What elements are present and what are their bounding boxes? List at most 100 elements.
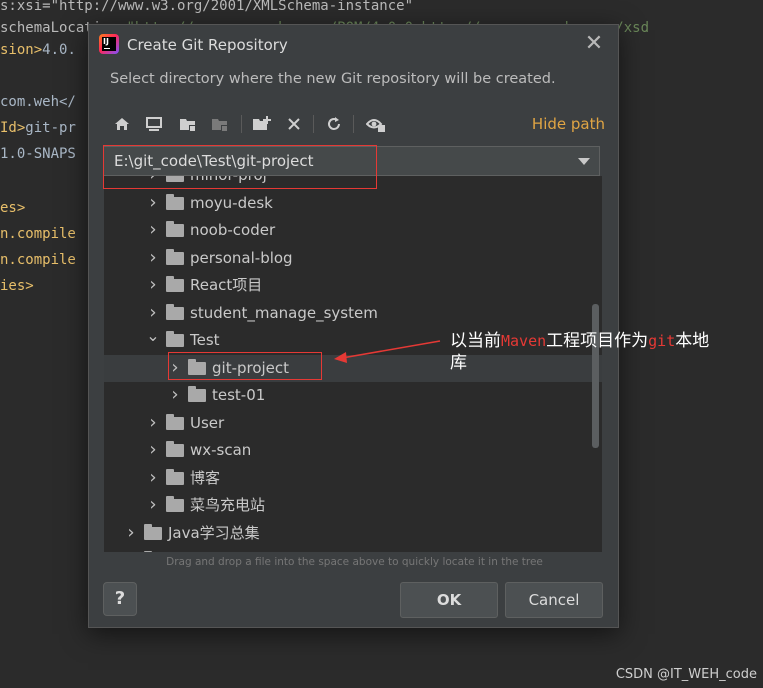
code-token: git-pr — [25, 120, 76, 136]
tree-item-label: moyu-desk — [190, 193, 273, 212]
chevron-right-icon[interactable]: › — [168, 382, 182, 409]
tree-item[interactable]: › test-01 — [104, 382, 602, 409]
file-chooser-toolbar: Hide path — [105, 109, 605, 139]
tree-item-label: git-project — [212, 358, 290, 377]
project-folder-icon[interactable] — [175, 109, 201, 139]
chevron-right-icon[interactable]: › — [146, 245, 160, 272]
folder-icon — [166, 248, 184, 265]
tree-item[interactable]: › minor-proj — [104, 176, 602, 189]
folder-icon — [166, 468, 184, 485]
tree-item-label: minor-proj — [190, 176, 267, 189]
home-icon[interactable] — [109, 109, 135, 139]
refresh-icon[interactable] — [321, 109, 347, 139]
tree-item-label: personal-blog — [190, 248, 293, 267]
tree-item[interactable]: › Java学习总集 — [104, 520, 602, 547]
tree-item[interactable]: › 博客 — [104, 465, 602, 492]
tree-item[interactable]: › React项目 — [104, 272, 602, 299]
tree-item[interactable]: › noob-coder — [104, 217, 602, 244]
tree-item-label: Test — [190, 331, 220, 349]
chevron-right-icon[interactable]: › — [124, 547, 138, 552]
dialog-title: Create Git Repository — [127, 36, 288, 54]
chevron-right-icon[interactable]: › — [146, 410, 160, 437]
code-line: 1.0-SNAPS — [0, 142, 76, 166]
code-token: com.weh</ — [0, 94, 76, 110]
tree-item[interactable]: › — [104, 547, 602, 552]
path-input[interactable] — [114, 147, 554, 175]
tree-item-label: 博客 — [190, 468, 221, 487]
path-history-dropdown[interactable] — [569, 147, 599, 175]
chevron-right-icon[interactable]: › — [146, 492, 160, 519]
tree-item-label: 菜鸟充电站 — [190, 496, 266, 514]
chevron-right-icon[interactable]: › — [168, 355, 182, 382]
code-token: Id> — [0, 120, 26, 136]
code-token: 4.0. — [42, 42, 76, 58]
drag-drop-hint: Drag and drop a file into the space abov… — [166, 556, 543, 568]
code-token: 1.0-SNAPS — [0, 146, 76, 162]
module-folder-icon[interactable] — [207, 109, 233, 139]
tree-item[interactable]: › User — [104, 410, 602, 437]
dialog-footer: ? OK Cancel — [89, 571, 618, 627]
folder-icon — [166, 193, 184, 210]
tree-item-label: student_manage_system — [190, 303, 378, 322]
hide-path-link[interactable]: Hide path — [532, 109, 605, 139]
toolbar-separator — [241, 115, 242, 133]
tree-item-label: Java学习总集 — [168, 523, 260, 542]
tree-item-label: React项目 — [190, 276, 263, 294]
tree-item[interactable]: › 菜鸟充电站 — [104, 492, 602, 519]
tree-item[interactable]: › moyu-desk — [104, 190, 602, 217]
code-line: n.compile — [0, 222, 76, 246]
chevron-right-icon[interactable]: › — [146, 176, 160, 189]
chevron-down-icon — [578, 157, 590, 165]
code-token: ies> — [0, 278, 34, 294]
code-line: sion>4.0. — [0, 38, 76, 62]
code-line: n.compile — [0, 248, 76, 272]
tree-item-label: noob-coder — [190, 221, 276, 239]
create-git-repository-dialog: IJ Create Git Repository ✕ Select direct… — [88, 24, 619, 628]
new-folder-icon[interactable] — [249, 109, 275, 139]
chevron-right-icon[interactable]: › — [146, 437, 160, 464]
toolbar-separator — [313, 115, 314, 133]
code-line: com.weh</ — [0, 90, 76, 114]
show-hidden-icon[interactable] — [363, 109, 389, 139]
code-token: n.compile — [0, 252, 76, 268]
close-button[interactable]: ✕ — [580, 31, 608, 59]
folder-icon — [166, 276, 184, 292]
delete-icon[interactable] — [281, 109, 307, 139]
dialog-titlebar: IJ Create Git Repository ✕ — [89, 25, 618, 65]
chevron-right-icon[interactable]: › — [146, 300, 160, 327]
folder-icon — [166, 303, 184, 320]
chevron-right-icon[interactable]: › — [146, 217, 160, 244]
tree-item[interactable]: › wx-scan — [104, 437, 602, 464]
chevron-right-icon[interactable]: › — [146, 190, 160, 217]
tree-item[interactable]: › student_manage_system — [104, 300, 602, 327]
folder-icon — [188, 358, 206, 375]
code-line: ies> — [0, 274, 34, 298]
folder-icon — [166, 176, 184, 182]
folder-icon — [166, 331, 184, 347]
intellij-app-icon: IJ — [99, 34, 119, 54]
chevron-right-icon[interactable]: › — [124, 520, 138, 547]
help-button[interactable]: ? — [103, 582, 137, 616]
code-token: s:xsi="http://www.w3.org/2001/XMLSchema-… — [0, 0, 414, 14]
code-token: n.compile — [0, 226, 76, 242]
tree-item[interactable]: › personal-blog — [104, 245, 602, 272]
toolbar-separator — [353, 115, 354, 133]
tree-scrollbar[interactable] — [592, 304, 599, 448]
code-line: es> — [0, 196, 25, 220]
dialog-description: Select directory where the new Git repos… — [110, 71, 556, 87]
chevron-right-icon[interactable]: › — [146, 272, 160, 299]
path-field — [103, 146, 600, 176]
tree-item-label: wx-scan — [190, 441, 252, 459]
ok-button[interactable]: OK — [400, 582, 498, 618]
chevron-down-icon[interactable]: ⌄ — [146, 327, 160, 354]
folder-icon — [188, 386, 206, 402]
cancel-button[interactable]: Cancel — [505, 582, 603, 618]
tree-item-label: User — [190, 413, 225, 432]
code-line: Id>git-pr — [0, 116, 76, 140]
annotation-text: 以当前Maven工程项目作为git本地库 — [450, 331, 710, 373]
chevron-right-icon[interactable]: › — [146, 465, 160, 492]
folder-icon — [166, 221, 184, 237]
desktop-icon[interactable] — [141, 109, 167, 139]
tree-item-label: test-01 — [212, 386, 266, 404]
code-token: sion> — [0, 42, 43, 58]
